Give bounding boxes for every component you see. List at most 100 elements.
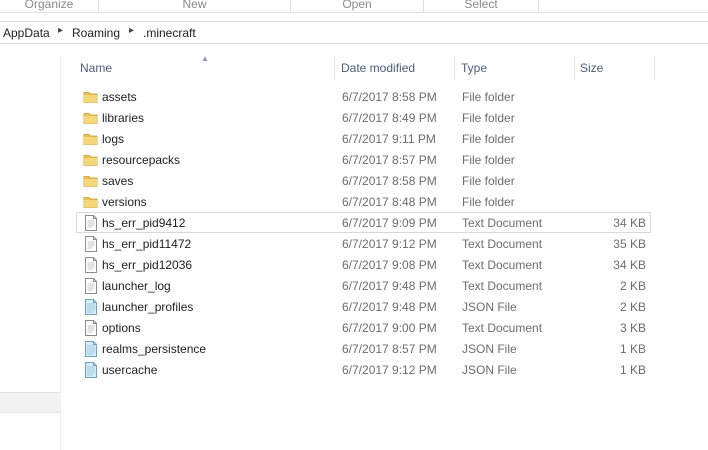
file-name: hs_err_pid11472	[102, 237, 192, 251]
file-date-modified: 6/7/2017 8:57 PM	[342, 342, 437, 356]
file-name: options	[102, 321, 141, 335]
folder-icon	[83, 173, 99, 189]
file-size: 1 KB	[619, 363, 646, 377]
file-type: File folder	[462, 90, 515, 104]
breadcrumb-appdata[interactable]: AppData	[3, 26, 50, 40]
file-type: File folder	[462, 195, 515, 209]
file-type: Text Document	[462, 258, 543, 272]
file-size: 2 KB	[619, 279, 646, 293]
file-name: hs_err_pid9412	[102, 216, 186, 230]
text-document-icon	[83, 215, 99, 231]
json-file-icon	[83, 362, 99, 378]
ribbon-group-select: Select	[464, 0, 498, 11]
file-row[interactable]: saves 6/7/2017 8:58 PM File folder	[76, 170, 651, 191]
file-date-modified: 6/7/2017 9:48 PM	[342, 300, 437, 314]
file-size: 2 KB	[619, 300, 646, 314]
json-file-icon	[83, 341, 99, 357]
breadcrumb-minecraft[interactable]: .minecraft	[143, 26, 196, 40]
file-type: File folder	[462, 153, 515, 167]
column-divider[interactable]	[334, 56, 335, 80]
file-type: JSON File	[462, 363, 517, 377]
file-type: File folder	[462, 111, 515, 125]
file-date-modified: 6/7/2017 8:57 PM	[342, 153, 437, 167]
file-date-modified: 6/7/2017 9:08 PM	[342, 258, 437, 272]
file-name: saves	[102, 174, 134, 188]
file-size: 35 KB	[613, 237, 646, 251]
file-row[interactable]: launcher_profiles 6/7/2017 9:48 PM JSON Fi…	[76, 296, 651, 317]
file-row[interactable]: assets 6/7/2017 8:58 PM File folder	[76, 86, 651, 107]
sort-ascending-icon: ▲	[201, 54, 209, 63]
file-row[interactable]: resourcepacks 6/7/2017 8:57 PM File folder	[76, 149, 651, 170]
folder-icon	[83, 152, 99, 168]
nav-selected-item[interactable]	[0, 392, 61, 413]
folder-icon	[83, 110, 99, 126]
file-type: Text Document	[462, 237, 543, 251]
text-document-icon	[83, 236, 99, 252]
folder-icon	[83, 89, 99, 105]
file-row[interactable]: hs_err_pid12036 6/7/2017 9:08 PM Text Docu…	[76, 254, 651, 275]
address-bar[interactable]: AppData ▸ Roaming ▸ .minecraft	[0, 21, 708, 44]
file-type: JSON File	[462, 300, 517, 314]
ribbon-group-open: Open	[342, 0, 372, 11]
file-type: Text Document	[462, 321, 543, 335]
file-type: Text Document	[462, 279, 543, 293]
ribbon-group-new: New	[182, 0, 207, 11]
file-name: versions	[102, 195, 147, 209]
column-divider[interactable]	[574, 56, 575, 80]
file-date-modified: 6/7/2017 8:48 PM	[342, 195, 437, 209]
file-row[interactable]: hs_err_pid11472 6/7/2017 9:12 PM Text Docu…	[76, 233, 651, 254]
file-date-modified: 6/7/2017 8:58 PM	[342, 90, 437, 104]
file-row[interactable]: hs_err_pid9412 6/7/2017 9:09 PM Text Docum…	[76, 212, 651, 233]
file-row[interactable]: logs 6/7/2017 9:11 PM File folder	[76, 128, 651, 149]
text-document-icon	[83, 257, 99, 273]
file-type: JSON File	[462, 342, 517, 356]
file-size: 34 KB	[613, 216, 646, 230]
file-date-modified: 6/7/2017 8:49 PM	[342, 111, 437, 125]
column-header-name[interactable]: Name	[80, 61, 112, 75]
file-type: Text Document	[462, 216, 543, 230]
file-date-modified: 6/7/2017 9:09 PM	[342, 216, 437, 230]
breadcrumb-roaming[interactable]: Roaming	[72, 26, 120, 40]
file-row[interactable]: launcher_log 6/7/2017 9:48 PM Text Documen…	[76, 275, 651, 296]
file-size: 3 KB	[619, 321, 646, 335]
column-divider[interactable]	[654, 56, 655, 80]
ribbon-group-organize: Organize	[24, 0, 74, 11]
file-date-modified: 6/7/2017 9:12 PM	[342, 363, 437, 377]
text-document-icon	[83, 320, 99, 336]
file-name: launcher_log	[102, 279, 171, 293]
file-name: assets	[102, 90, 137, 104]
column-header-row: ▲ Name Date modified Type Size	[76, 54, 656, 80]
column-divider[interactable]	[454, 56, 455, 80]
folder-icon	[83, 131, 99, 147]
file-row[interactable]: usercache 6/7/2017 9:12 PM JSON File 1 KB	[76, 359, 651, 380]
file-name: libraries	[102, 111, 145, 125]
file-row[interactable]: libraries 6/7/2017 8:49 PM File folder	[76, 107, 651, 128]
file-name: hs_err_pid12036	[102, 258, 193, 272]
text-document-icon	[83, 278, 99, 294]
file-date-modified: 6/7/2017 8:58 PM	[342, 174, 437, 188]
file-size: 34 KB	[613, 258, 646, 272]
folder-icon	[83, 194, 99, 210]
file-name: launcher_profiles	[102, 300, 194, 314]
navigation-pane[interactable]	[0, 56, 61, 450]
json-file-icon	[83, 299, 99, 315]
file-type: File folder	[462, 174, 515, 188]
file-name: resourcepacks	[102, 153, 181, 167]
column-header-size[interactable]: Size	[580, 61, 603, 75]
column-header-type[interactable]: Type	[461, 61, 487, 75]
file-name: realms_persistence	[102, 342, 207, 356]
file-date-modified: 6/7/2017 9:12 PM	[342, 237, 437, 251]
file-date-modified: 6/7/2017 9:00 PM	[342, 321, 437, 335]
file-size: 1 KB	[619, 342, 646, 356]
column-header-date-modified[interactable]: Date modified	[341, 61, 415, 75]
ribbon-divider	[538, 0, 539, 12]
file-type: File folder	[462, 132, 515, 146]
file-row[interactable]: versions 6/7/2017 8:48 PM File folder	[76, 191, 651, 212]
file-name: logs	[102, 132, 125, 146]
file-row[interactable]: realms_persistence 6/7/2017 8:57 PM JSON F…	[76, 338, 651, 359]
chevron-right-icon[interactable]: ▸	[129, 25, 134, 36]
file-row[interactable]: options 6/7/2017 9:00 PM Text Document 3 KB	[76, 317, 651, 338]
file-date-modified: 6/7/2017 9:11 PM	[342, 132, 436, 146]
file-date-modified: 6/7/2017 9:48 PM	[342, 279, 437, 293]
chevron-right-icon[interactable]: ▸	[58, 25, 63, 36]
